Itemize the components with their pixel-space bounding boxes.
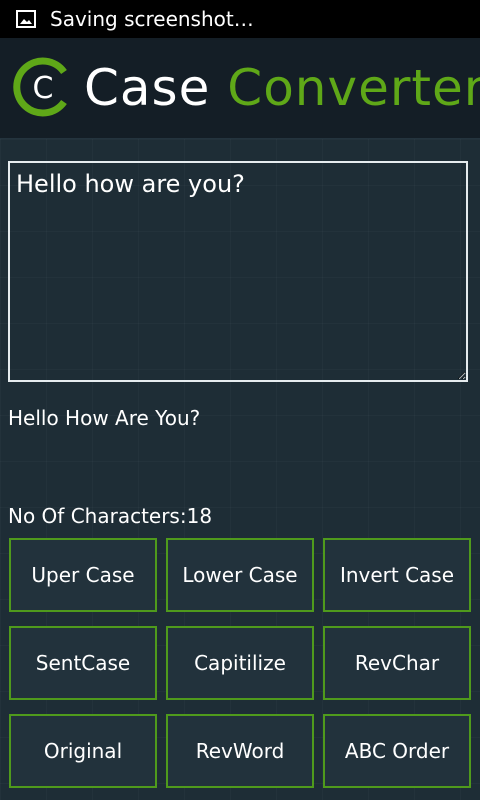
text-input[interactable]: Hello how are you? [8, 161, 468, 382]
main-content: Hello how are you? Hello How Are You? No… [0, 139, 480, 800]
logo-letter: C [33, 71, 54, 106]
invert-case-button[interactable]: Invert Case [323, 538, 471, 612]
char-count-value: 18 [186, 504, 213, 528]
image-icon [16, 10, 36, 28]
character-count: No Of Characters: 18 [8, 503, 212, 529]
converted-output: Hello How Are You? [8, 406, 201, 430]
title-case: Case [84, 59, 211, 117]
status-bar: Saving screenshot… [0, 0, 480, 38]
lower-case-button[interactable]: Lower Case [166, 538, 314, 612]
char-count-label: No Of Characters: [8, 504, 187, 528]
app-logo: C [13, 57, 67, 117]
app-header: C Case Converter [0, 38, 480, 139]
sentcase-button[interactable]: SentCase [9, 626, 157, 700]
revchar-button[interactable]: RevChar [323, 626, 471, 700]
status-text: Saving screenshot… [50, 7, 254, 31]
app-title: Case Converter [84, 60, 480, 116]
revword-button[interactable]: RevWord [166, 714, 314, 788]
original-button[interactable]: Original [9, 714, 157, 788]
uper-case-button[interactable]: Uper Case [9, 538, 157, 612]
abc-order-button[interactable]: ABC Order [323, 714, 471, 788]
title-converter: Converter [227, 59, 480, 117]
capitilize-button[interactable]: Capitilize [166, 626, 314, 700]
